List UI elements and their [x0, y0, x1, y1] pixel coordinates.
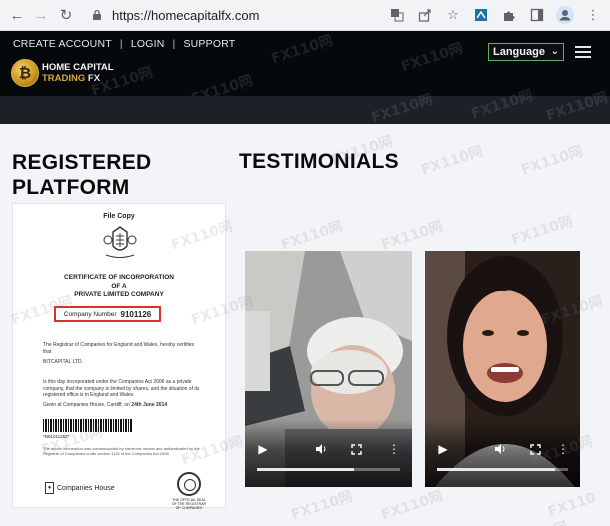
logo-line2: TRADING: [42, 73, 86, 84]
share-icon[interactable]: [414, 4, 436, 26]
forward-icon[interactable]: →: [30, 4, 52, 26]
translate-icon[interactable]: [386, 4, 408, 26]
site-logo[interactable]: ₿ HOME CAPITAL TRADING FX: [11, 59, 114, 87]
more-options-icon[interactable]: ⋮: [386, 441, 402, 457]
volume-icon[interactable]: [313, 441, 329, 457]
sidebar-icon[interactable]: [526, 4, 548, 26]
cert-given-at: Given at Companies House, Cardiff, on: [43, 402, 130, 408]
volume-icon[interactable]: [492, 441, 508, 457]
login-link[interactable]: LOGIN: [131, 38, 165, 50]
language-label: Language: [493, 46, 545, 58]
bookmark-star-icon[interactable]: ☆: [442, 4, 464, 26]
back-icon[interactable]: ←: [6, 4, 28, 26]
video-progress-bar[interactable]: [257, 468, 400, 471]
lock-icon[interactable]: [90, 8, 104, 22]
header-band: FX110网 FX110网 FX110网: [0, 88, 610, 126]
url-text[interactable]: https://homecapitalfx.com: [112, 8, 259, 23]
link-separator: |: [119, 38, 123, 50]
file-copy-label: File Copy: [103, 213, 135, 220]
video-progress-fill: [437, 468, 555, 471]
site-header: CREATE ACCOUNT | LOGIN | SUPPORT ₿ HOME …: [0, 31, 610, 107]
cert-paragraph1: The Registrar of Companies for England a…: [43, 342, 194, 355]
link-separator: |: [172, 38, 176, 50]
logo-line1: HOME CAPITAL: [42, 62, 114, 73]
incorporation-certificate: File Copy CERTIFICATE OF INCORPORATION O…: [12, 203, 226, 510]
logo-fx: FX: [87, 73, 101, 84]
cert-fine-print: The above information was communicated b…: [43, 446, 200, 456]
royal-crest-icon: [103, 226, 137, 258]
registered-platform-heading: REGISTERED PLATFORM: [12, 151, 152, 199]
fullscreen-icon[interactable]: [348, 441, 364, 457]
language-select[interactable]: Language ⌄: [488, 43, 564, 61]
hamburger-menu-icon[interactable]: [575, 46, 591, 58]
cert-title-line3: PRIVATE LIMITED COMPANY: [74, 291, 164, 298]
company-number-label: Company Number: [63, 310, 117, 318]
profile-icon[interactable]: [554, 4, 576, 26]
companies-house-logo: ♦ Companies House: [45, 482, 115, 494]
testimonials-heading: TESTIMONIALS: [239, 150, 399, 173]
cert-title-line2: OF A: [111, 282, 127, 290]
watermark: FX110网: [269, 32, 335, 68]
cert-company-name: BITCAPITAL LTD.: [43, 359, 83, 365]
play-icon[interactable]: ▶: [435, 441, 451, 457]
registrar-seal-icon: [177, 472, 201, 496]
cert-title-line1: CERTIFICATE OF INCORPORATION: [64, 274, 174, 281]
barcode: [43, 419, 133, 432]
puzzle-icon[interactable]: [498, 4, 520, 26]
reload-icon[interactable]: ↻: [55, 4, 77, 26]
barcode-number: *N9101126Z*: [43, 434, 70, 439]
companies-house-icon: ♦: [45, 482, 54, 494]
chevron-down-icon: ⌄: [550, 46, 559, 57]
watermark: FX110网: [399, 40, 465, 76]
company-number-box: Company Number 9101126: [54, 306, 161, 322]
cert-paragraph2: is this day incorporated under the Compa…: [43, 379, 200, 398]
menu-dots-icon[interactable]: ⋮: [582, 4, 604, 26]
create-account-link[interactable]: CREATE ACCOUNT: [13, 38, 112, 50]
more-options-icon[interactable]: ⋮: [555, 441, 571, 457]
cert-given-date: 24th June 2014: [131, 402, 168, 408]
play-icon[interactable]: ▶: [255, 441, 271, 457]
bitcoin-coin-icon: ₿: [11, 59, 39, 87]
support-link[interactable]: SUPPORT: [183, 38, 235, 50]
video-controls: ▶ ⋮: [245, 419, 412, 487]
seal-caption: THE OFFICIAL SEAL OF THE REGISTRAR OF CO…: [171, 498, 207, 510]
testimonial-video-1[interactable]: ▶ ⋮: [245, 251, 412, 487]
fullscreen-icon[interactable]: [527, 441, 543, 457]
extension-icon[interactable]: [470, 4, 492, 26]
top-links: CREATE ACCOUNT | LOGIN | SUPPORT: [13, 38, 235, 50]
video-progress-bar[interactable]: [437, 468, 568, 471]
video-controls: ▶ ⋮: [425, 419, 580, 487]
browser-toolbar: ← → ↻ https://homecapitalfx.com ☆ ⋮: [0, 0, 610, 31]
address-bar[interactable]: https://homecapitalfx.com: [84, 4, 414, 26]
testimonial-video-2[interactable]: ▶ ⋮: [425, 251, 580, 487]
video-progress-fill: [257, 468, 355, 471]
company-number: 9101126: [120, 309, 152, 319]
